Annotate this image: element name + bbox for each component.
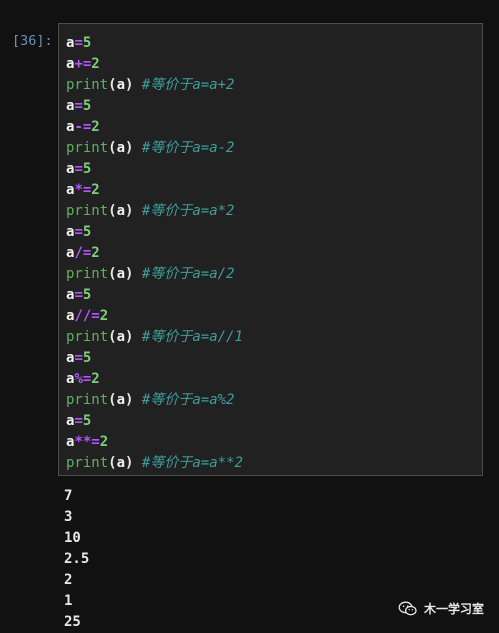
code-token-comment: #等价于a=a//1 xyxy=(141,329,243,345)
code-token-var: a xyxy=(116,329,126,345)
code-line: print(a) #等价于a=a-2 xyxy=(66,138,243,159)
code-token-paren: ( xyxy=(108,266,117,282)
code-token-num: 2 xyxy=(91,245,100,261)
code-token-num: 5 xyxy=(82,161,92,177)
code-token-num: 5 xyxy=(82,35,92,51)
code-token-kw: print xyxy=(66,140,109,156)
code-token-num: 2 xyxy=(91,182,100,198)
code-token-op: //= xyxy=(74,308,100,324)
code-token-op: = xyxy=(74,287,83,303)
code-line: print(a) #等价于a=a*2 xyxy=(66,201,243,222)
code-token-num: 2 xyxy=(99,308,109,324)
code-line: a=5 xyxy=(66,33,243,54)
code-line: a/=2 xyxy=(66,243,243,264)
code-token-num: 5 xyxy=(82,413,92,429)
code-token-var xyxy=(133,266,141,282)
code-token-op: = xyxy=(74,35,83,51)
output-line: 7 xyxy=(64,488,73,504)
code-token-comment: #等价于a=a/2 xyxy=(141,266,235,282)
code-token-num: 2 xyxy=(91,119,100,135)
code-token-comment: #等价于a=a-2 xyxy=(141,140,235,156)
output-line: 2 xyxy=(64,572,73,588)
code-line: a=5 xyxy=(66,159,243,180)
wechat-icon xyxy=(398,601,417,615)
cell-output: 7 3 10 2.5 2 1 25 xyxy=(64,486,89,633)
code-token-num: 2 xyxy=(91,56,100,72)
code-token-op: = xyxy=(74,98,83,114)
code-line: a*=2 xyxy=(66,180,243,201)
code-token-paren: ( xyxy=(108,392,117,408)
code-token-op: = xyxy=(74,161,83,177)
code-token-paren: ( xyxy=(108,455,117,471)
code-line: print(a) #等价于a=a**2 xyxy=(66,453,243,474)
code-token-var xyxy=(133,455,141,471)
code-token-kw: print xyxy=(66,329,109,345)
code-token-var: a xyxy=(116,77,126,93)
code-token-comment: #等价于a=a**2 xyxy=(141,455,243,471)
output-line: 2.5 xyxy=(64,551,90,567)
code-line: print(a) #等价于a=a+2 xyxy=(66,75,243,96)
code-token-kw: print xyxy=(66,455,109,471)
output-line: 1 xyxy=(64,593,73,609)
code-token-op: **= xyxy=(74,434,100,450)
code-token-num: 5 xyxy=(82,98,92,114)
code-token-paren: ( xyxy=(108,140,117,156)
code-token-comment: #等价于a=a*2 xyxy=(141,203,235,219)
code-token-op: *= xyxy=(74,182,92,198)
code-token-var: a xyxy=(116,140,126,156)
code-token-num: 5 xyxy=(82,224,92,240)
code-token-op: %= xyxy=(74,371,92,387)
code-token-op: = xyxy=(74,350,83,366)
code-token-var xyxy=(133,392,141,408)
code-line: print(a) #等价于a=a//1 xyxy=(66,327,243,348)
code-token-var: a xyxy=(116,392,126,408)
code-line: a**=2 xyxy=(66,432,243,453)
code-token-var xyxy=(133,77,141,93)
code-token-var: a xyxy=(116,266,126,282)
code-line: a%=2 xyxy=(66,369,243,390)
code-line: a=5 xyxy=(66,285,243,306)
code-token-var xyxy=(133,329,141,345)
code-token-var xyxy=(133,203,141,219)
output-line: 3 xyxy=(64,509,73,525)
output-line: 25 xyxy=(64,614,81,630)
code-token-num: 2 xyxy=(99,434,109,450)
code-line: a=5 xyxy=(66,222,243,243)
code-token-comment: #等价于a=a%2 xyxy=(141,392,235,408)
code-token-paren: ( xyxy=(108,329,117,345)
code-token-op: += xyxy=(74,56,92,72)
code-line: a=5 xyxy=(66,96,243,117)
code-token-num: 2 xyxy=(91,371,100,387)
code-editor[interactable]: a=5 a+=2 print(a) #等价于a=a+2 a=5 a-=2 print(a)… xyxy=(66,33,243,474)
code-token-var: a xyxy=(116,203,126,219)
code-token-kw: print xyxy=(66,77,109,93)
code-line: print(a) #等价于a=a/2 xyxy=(66,264,243,285)
cell-prompt: [36]: xyxy=(12,33,53,49)
code-token-comment: #等价于a=a+2 xyxy=(141,77,235,93)
code-token-var xyxy=(133,140,141,156)
code-token-kw: print xyxy=(66,392,109,408)
code-line: a//=2 xyxy=(66,306,243,327)
code-token-op: = xyxy=(74,413,83,429)
code-token-paren: ( xyxy=(108,203,117,219)
watermark-text: 木一学习室 xyxy=(424,602,485,616)
code-token-op: = xyxy=(74,224,83,240)
output-line: 10 xyxy=(64,530,81,546)
code-token-num: 5 xyxy=(82,287,92,303)
code-line: a=5 xyxy=(66,348,243,369)
code-token-op: /= xyxy=(74,245,92,261)
code-token-num: 5 xyxy=(82,350,92,366)
code-token-kw: print xyxy=(66,203,109,219)
code-line: a-=2 xyxy=(66,117,243,138)
code-line: print(a) #等价于a=a%2 xyxy=(66,390,243,411)
code-cell[interactable]: a=5 a+=2 print(a) #等价于a=a+2 a=5 a-=2 print(a)… xyxy=(58,23,483,476)
code-token-kw: print xyxy=(66,266,109,282)
watermark: 木一学习室 xyxy=(398,600,484,617)
code-line: a+=2 xyxy=(66,54,243,75)
code-line: a=5 xyxy=(66,411,243,432)
code-token-op: -= xyxy=(74,119,92,135)
code-token-paren: ( xyxy=(108,77,117,93)
code-token-var: a xyxy=(116,455,126,471)
